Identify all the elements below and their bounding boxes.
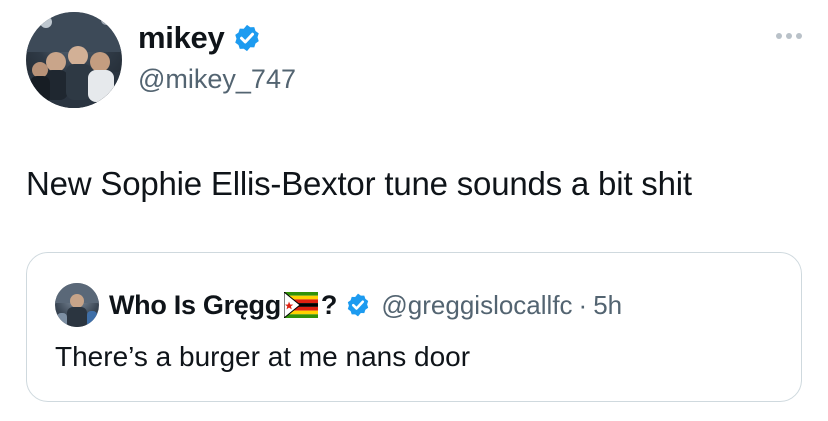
quoted-tweet-timestamp[interactable]: 5h: [593, 288, 622, 322]
verified-badge-icon: [235, 24, 260, 52]
quoted-tweet-text: There’s a burger at me nans door: [55, 341, 471, 372]
more-options-icon[interactable]: [776, 33, 802, 39]
author-handle[interactable]: @mikey_747: [138, 62, 296, 96]
zimbabwe-flag-icon: [283, 292, 318, 318]
tweet[interactable]: mikey @mikey_747 New Sophie Ellis-Bextor…: [0, 0, 828, 421]
author-display-name[interactable]: mikey: [138, 20, 225, 56]
separator-dot: ·: [578, 290, 588, 320]
quoted-author-avatar[interactable]: [55, 283, 99, 327]
dot: [796, 33, 802, 39]
author-name-row[interactable]: mikey: [138, 20, 262, 56]
tweet-text: New Sophie Ellis-Bextor tune sounds a bi…: [26, 165, 692, 202]
quoted-tweet-header: Who Is Gręgg ? @greggislocallfc · 5h: [55, 283, 622, 327]
quoted-author-display-name[interactable]: Who Is Gręgg: [109, 288, 281, 322]
quoted-author-handle[interactable]: @greggislocallfc: [381, 288, 572, 322]
person-photo-avatar: [55, 283, 99, 327]
dot: [776, 33, 782, 39]
quoted-tweet-card[interactable]: Who Is Gręgg ? @greggislocallfc · 5h The…: [26, 252, 802, 402]
author-avatar[interactable]: [26, 12, 122, 108]
quoted-author-name-suffix[interactable]: ?: [321, 288, 338, 322]
group-photo-avatar: [26, 12, 122, 108]
dot: [786, 33, 792, 39]
verified-badge-icon: [348, 293, 369, 317]
